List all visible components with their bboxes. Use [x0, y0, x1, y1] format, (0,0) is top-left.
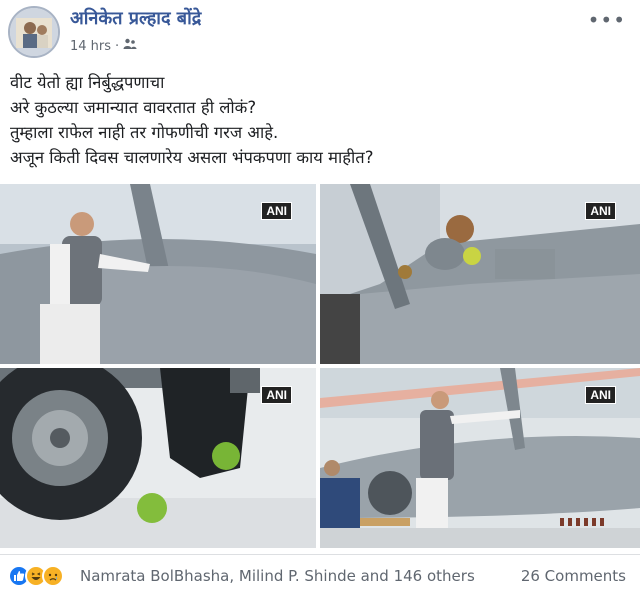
post-text-line: तुम्हाला राफेल नाही तर गोफणीची गरज आहे.	[10, 123, 279, 142]
photo-watermark: ANI	[261, 386, 292, 404]
post-timestamp[interactable]: 14 hrs	[70, 39, 111, 54]
author-name[interactable]: अनिकेत प्रल्हाद बोंद्रे	[70, 6, 201, 30]
post-text-line: वीट येतो ह्या निर्बुद्धपणाचा	[10, 73, 165, 92]
post-text-line: अजून किती दिवस चालणारेय असला भंपकपणा काय…	[10, 148, 374, 167]
post-footer: Namrata BolBhasha, Milind P. Shinde and …	[0, 554, 640, 596]
photo-4[interactable]: ANI	[320, 368, 640, 548]
photo-3[interactable]: ANI	[0, 368, 316, 548]
photo-watermark: ANI	[585, 202, 616, 220]
photo-watermark: ANI	[585, 386, 616, 404]
photo-1[interactable]: ANI	[0, 184, 316, 364]
more-options-icon[interactable]: •••	[588, 8, 626, 32]
post-header: अनिकेत प्रल्हाद बोंद्रे 14 hrs · •••	[0, 0, 640, 64]
post-body: वीट येतो ह्या निर्बुद्धपणाचा अरे कुठल्या…	[10, 70, 630, 170]
post-text-line: अरे कुठल्या जमान्यात वावरतात ही लोकं?	[10, 98, 257, 117]
photo-2[interactable]: ANI	[320, 184, 640, 364]
meta-separator: ·	[115, 38, 120, 54]
photo-watermark: ANI	[261, 202, 292, 220]
post-meta: 14 hrs ·	[70, 38, 137, 54]
author-avatar[interactable]	[8, 6, 60, 58]
comments-count-link[interactable]: 26 Comments	[521, 567, 626, 585]
photo-gallery: ANI ANI ANI ANI	[0, 184, 640, 548]
sad-icon[interactable]	[42, 565, 64, 587]
reaction-icons[interactable]	[8, 565, 64, 587]
reactors-link[interactable]: Namrata BolBhasha, Milind P. Shinde and …	[80, 567, 475, 585]
friends-icon[interactable]	[123, 38, 137, 54]
